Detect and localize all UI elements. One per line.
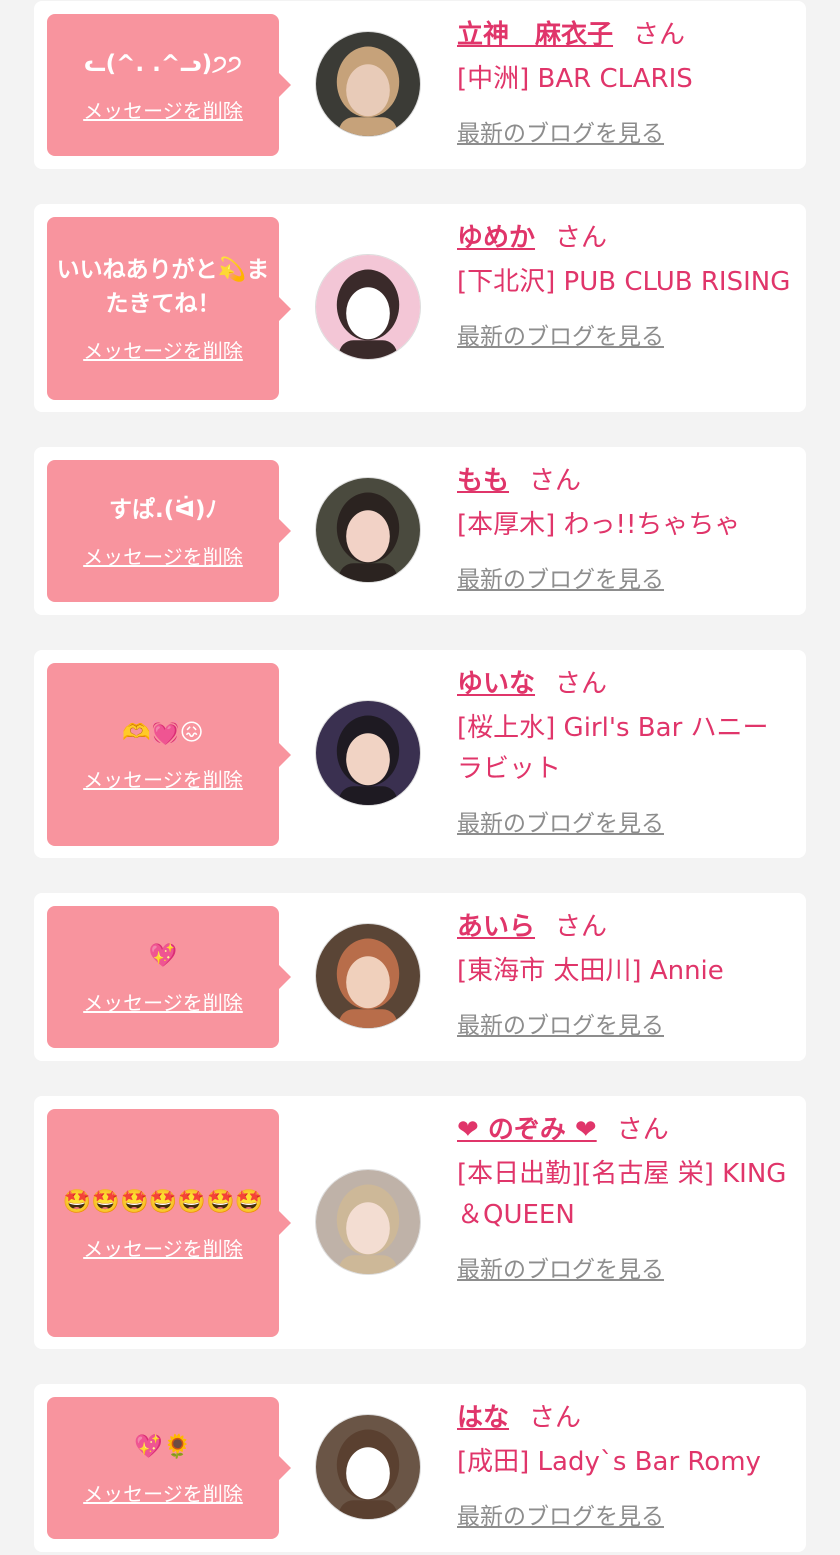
- shop-name: [成田] Lady`s Bar Romy: [457, 1447, 761, 1477]
- message-text: 🤩🤩🤩🤩🤩🤩🤩: [62, 1188, 264, 1215]
- cast-info: 立神 麻衣子 さん [中洲] BAR CLARIS 最新のブログを見る: [457, 15, 793, 148]
- latest-blog-link[interactable]: 最新のブログを見る: [457, 1497, 664, 1531]
- cast-name-link[interactable]: ゆいな: [457, 669, 535, 699]
- cast-info: ゆめか さん [下北沢] PUB CLUB RISING 最新のブログを見る: [457, 218, 793, 351]
- latest-blog-link[interactable]: 最新のブログを見る: [457, 1006, 664, 1040]
- delete-message-link[interactable]: メッセージを削除: [83, 95, 243, 124]
- cast-info: はな さん [成田] Lady`s Bar Romy 最新のブログを見る: [457, 1398, 793, 1531]
- avatar[interactable]: [315, 923, 421, 1029]
- message-card: いいねありがと💫またきてね！ メッセージを削除 ゆめか さん [下北沢] PUB CLU…: [34, 204, 806, 412]
- name-line: ❤ のぞみ ❤ さん: [457, 1110, 793, 1150]
- latest-blog-link[interactable]: 最新のブログを見る: [457, 317, 664, 351]
- honorific: さん: [529, 466, 582, 496]
- honorific: さん: [555, 223, 608, 253]
- name-line: ゆいな さん: [457, 664, 793, 704]
- avatar[interactable]: [315, 477, 421, 583]
- message-text: 🫶💓😖: [122, 720, 204, 746]
- message-card: 🤩🤩🤩🤩🤩🤩🤩 メッセージを削除 ❤ のぞみ ❤ さん [本日出勤][名古屋 栄] KI…: [34, 1096, 806, 1349]
- message-text: ᓚ(^. .^ᓗ)੭੭: [84, 50, 242, 77]
- shop-name: [本厚木] わっ!!ちゃちゃ: [457, 510, 741, 540]
- avatar[interactable]: [315, 1414, 421, 1520]
- message-card: ᓚ(^. .^ᓗ)੭੭ メッセージを削除 立神 麻衣子 さん [中洲] BAR CLAR…: [34, 1, 806, 169]
- name-line: はな さん: [457, 1398, 793, 1438]
- message-bubble: 🫶💓😖 メッセージを削除: [47, 663, 291, 846]
- message-bubble: 💖 メッセージを削除: [47, 906, 291, 1048]
- message-bubble: いいねありがと💫またきてね！ メッセージを削除: [47, 217, 291, 400]
- latest-blog-link[interactable]: 最新のブログを見る: [457, 114, 664, 148]
- delete-message-link[interactable]: メッセージを削除: [83, 1478, 243, 1507]
- message-bubble: すぱ.(ᐛ)ﾉ メッセージを削除: [47, 460, 291, 602]
- delete-message-link[interactable]: メッセージを削除: [83, 335, 243, 364]
- name-line: ゆめか さん: [457, 218, 793, 258]
- message-bubble: 🤩🤩🤩🤩🤩🤩🤩 メッセージを削除: [47, 1109, 291, 1337]
- cast-info: ゆいな さん [桜上水] Girl's Bar ハニーラビット最新のブログを見る: [457, 664, 793, 838]
- name-line: あいら さん: [457, 907, 793, 947]
- cast-name-link[interactable]: ❤ のぞみ ❤: [457, 1115, 597, 1145]
- message-text: いいねありがと💫またきてね！: [56, 257, 270, 317]
- delete-message-link[interactable]: メッセージを削除: [83, 541, 243, 570]
- avatar[interactable]: [315, 31, 421, 137]
- honorific: さん: [633, 20, 686, 50]
- delete-message-link[interactable]: メッセージを削除: [83, 764, 243, 793]
- honorific: さん: [616, 1115, 669, 1145]
- latest-blog-link[interactable]: 最新のブログを見る: [457, 1250, 664, 1284]
- honorific: さん: [529, 1403, 582, 1433]
- cast-name-link[interactable]: ゆめか: [457, 223, 535, 253]
- cast-name-link[interactable]: あいら: [457, 912, 535, 942]
- message-text: すぱ.(ᐛ)ﾉ: [108, 496, 218, 523]
- message-card: 💖🌻 メッセージを削除 はな さん [成田] Lady`s Bar Romy 最新のブログ…: [34, 1384, 806, 1552]
- shop-name: [東海市 太田川] Annie: [457, 956, 724, 986]
- avatar[interactable]: [315, 700, 421, 806]
- message-text: 💖: [148, 942, 178, 969]
- message-bubble: ᓚ(^. .^ᓗ)੭੭ メッセージを削除: [47, 14, 291, 156]
- message-card: 🫶💓😖 メッセージを削除 ゆいな さん [桜上水] Girl's Bar ハニーラビット…: [34, 650, 806, 858]
- delete-message-link[interactable]: メッセージを削除: [83, 1233, 243, 1262]
- cast-name-link[interactable]: はな: [457, 1403, 509, 1433]
- shop-name: [下北沢] PUB CLUB RISING: [457, 267, 791, 297]
- honorific: さん: [555, 912, 608, 942]
- latest-blog-link[interactable]: 最新のブログを見る: [457, 804, 664, 838]
- shop-name: [中洲] BAR CLARIS: [457, 64, 693, 94]
- shop-name: [桜上水] Girl's Bar ハニーラビット: [457, 713, 769, 784]
- cast-info: ❤ のぞみ ❤ さん [本日出勤][名古屋 栄] KING＆QUEEN 最新のブログを…: [457, 1110, 793, 1284]
- message-list: ᓚ(^. .^ᓗ)੭੭ メッセージを削除 立神 麻衣子 さん [中洲] BAR CLAR…: [0, 0, 840, 1555]
- cast-info: あいら さん [東海市 太田川] Annie 最新のブログを見る: [457, 907, 793, 1040]
- message-card: 💖 メッセージを削除 あいら さん [東海市 太田川] Annie 最新のブログを見る: [34, 893, 806, 1061]
- cast-name-link[interactable]: もも: [457, 466, 509, 496]
- delete-message-link[interactable]: メッセージを削除: [83, 987, 243, 1016]
- name-line: 立神 麻衣子 さん: [457, 15, 793, 55]
- cast-name-link[interactable]: 立神 麻衣子: [457, 20, 613, 50]
- message-bubble: 💖🌻 メッセージを削除: [47, 1397, 291, 1539]
- avatar[interactable]: [315, 1169, 421, 1275]
- shop-name: [本日出勤][名古屋 栄] KING＆QUEEN: [457, 1159, 787, 1230]
- honorific: さん: [555, 669, 608, 699]
- cast-info: もも さん [本厚木] わっ!!ちゃちゃ最新のブログを見る: [457, 461, 793, 594]
- latest-blog-link[interactable]: 最新のブログを見る: [457, 560, 664, 594]
- name-line: もも さん: [457, 461, 793, 501]
- message-text: 💖🌻: [134, 1433, 192, 1460]
- message-card: すぱ.(ᐛ)ﾉ メッセージを削除 もも さん [本厚木] わっ!!ちゃちゃ最新のブログを…: [34, 447, 806, 615]
- avatar[interactable]: [315, 254, 421, 360]
